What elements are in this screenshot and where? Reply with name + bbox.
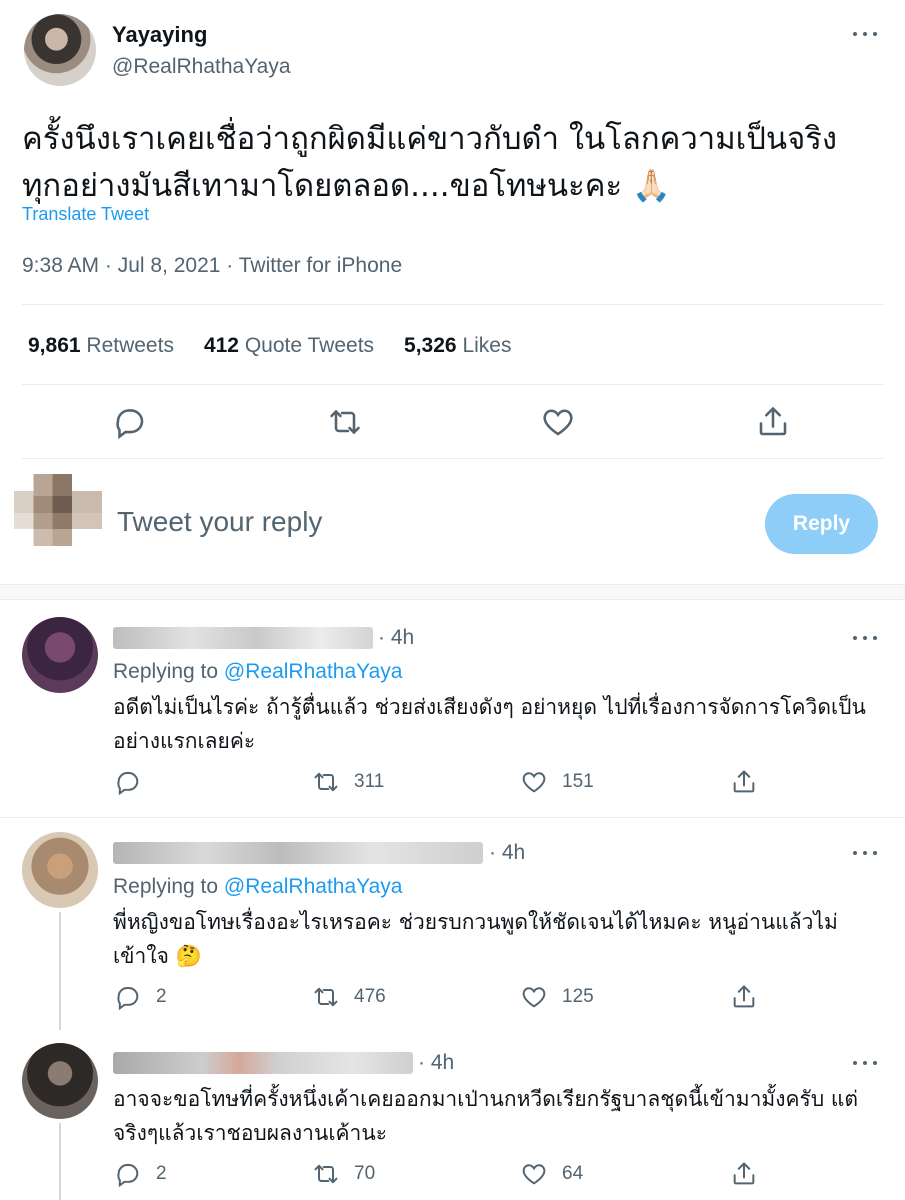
like-icon <box>520 1160 548 1188</box>
replying-to: Replying to @RealRhathaYaya <box>113 875 403 898</box>
replying-to: Replying to @RealRhathaYaya <box>113 660 403 683</box>
divider <box>22 304 883 305</box>
tweet-stats: 9,861 Retweets 412 Quote Tweets 5,326 Li… <box>28 334 511 358</box>
retweet-icon <box>312 983 340 1011</box>
reply-comment-action[interactable]: 2 <box>114 983 167 1011</box>
more-options-icon[interactable] <box>850 1053 880 1073</box>
like-icon <box>520 983 548 1011</box>
user-avatar <box>14 474 102 562</box>
divider <box>0 817 905 818</box>
reply-avatar[interactable] <box>22 617 98 693</box>
reply-text: พี่หญิงขอโทษเรื่องอะไรเหรอคะ ช่วยรบกวนพู… <box>113 910 838 968</box>
retweet-count: 476 <box>354 986 386 1007</box>
like-count: 125 <box>562 986 594 1007</box>
reply-comment-action[interactable] <box>114 768 156 796</box>
reply-author-name[interactable] <box>113 627 373 649</box>
translate-tweet-link[interactable]: Translate Tweet <box>22 204 149 225</box>
reply-time[interactable]: · 4h <box>489 841 525 865</box>
reply-text: อดีตไม่เป็นไรค่ะ ถ้ารู้ตื่นแล้ว ช่วยส่งเ… <box>113 695 866 753</box>
replying-handle[interactable]: @RealRhathaYaya <box>224 660 403 683</box>
share-icon <box>730 983 758 1011</box>
replying-handle[interactable]: @RealRhathaYaya <box>224 875 403 898</box>
like-count: 151 <box>562 771 594 792</box>
comment-count: 2 <box>156 1163 167 1184</box>
reply-avatar[interactable] <box>22 832 98 908</box>
retweet-count: 70 <box>354 1163 376 1184</box>
reply-avatar[interactable] <box>22 1043 98 1119</box>
author-handle[interactable]: @RealRhathaYaya <box>112 55 291 79</box>
more-options-icon[interactable] <box>850 628 880 648</box>
reply-input[interactable]: Tweet your reply <box>117 506 322 538</box>
tweet-timestamp[interactable]: 9:38 AM · Jul 8, 2021 · Twitter for iPho… <box>22 254 402 278</box>
reply-retweet-action[interactable]: 476 <box>312 983 386 1011</box>
tweet-text: ครั้งนึงเราเคยเชื่อว่าถูกผิดมีแค่ขาวกับด… <box>22 121 838 204</box>
retweet-icon[interactable] <box>327 404 363 440</box>
reply-time[interactable]: · 4h <box>378 626 414 650</box>
retweet-count: 311 <box>354 771 385 792</box>
reply-time[interactable]: · 4h <box>418 1051 454 1075</box>
reply-like-action[interactable]: 125 <box>520 983 594 1011</box>
reply-author-name[interactable] <box>113 842 483 864</box>
more-options-icon[interactable] <box>850 24 880 44</box>
more-options-icon[interactable] <box>850 843 880 863</box>
reply-retweet-action[interactable]: 70 <box>312 1160 375 1188</box>
reply-share-action[interactable] <box>730 1160 758 1188</box>
divider <box>22 384 883 385</box>
like-count: 64 <box>562 1163 584 1184</box>
reply-share-action[interactable] <box>730 983 758 1011</box>
like-icon <box>520 768 548 796</box>
thread-line <box>59 912 61 1030</box>
reply-icon <box>114 768 142 796</box>
reply-icon <box>114 1160 142 1188</box>
comment-count: 2 <box>156 986 167 1007</box>
share-icon <box>730 768 758 796</box>
reply-author-name[interactable] <box>113 1052 413 1074</box>
reply-text: อาจจะขอโทษที่ครั้งหนึ่งเค้าเคยออกมาเป่าน… <box>113 1087 859 1145</box>
like-icon[interactable] <box>540 404 576 440</box>
reply-button[interactable]: Reply <box>765 494 878 554</box>
reply-like-action[interactable]: 151 <box>520 768 594 796</box>
quote-tweets-stat[interactable]: 412 Quote Tweets <box>204 334 374 358</box>
section-separator <box>0 584 905 600</box>
reply-comment-action[interactable]: 2 <box>114 1160 167 1188</box>
reply-share-action[interactable] <box>730 768 758 796</box>
reply-retweet-action[interactable]: 311 <box>312 768 384 796</box>
retweets-stat[interactable]: 9,861 Retweets <box>28 334 174 358</box>
likes-stat[interactable]: 5,326 Likes <box>404 334 511 358</box>
share-icon[interactable] <box>755 404 791 440</box>
retweet-icon <box>312 1160 340 1188</box>
reply-like-action[interactable]: 64 <box>520 1160 583 1188</box>
divider <box>22 458 883 459</box>
author-avatar[interactable] <box>24 14 96 86</box>
reply-icon[interactable] <box>112 404 148 440</box>
author-name[interactable]: Yayaying <box>112 22 207 48</box>
retweet-icon <box>312 768 340 796</box>
share-icon <box>730 1160 758 1188</box>
reply-icon <box>114 983 142 1011</box>
thread-line <box>59 1123 61 1200</box>
